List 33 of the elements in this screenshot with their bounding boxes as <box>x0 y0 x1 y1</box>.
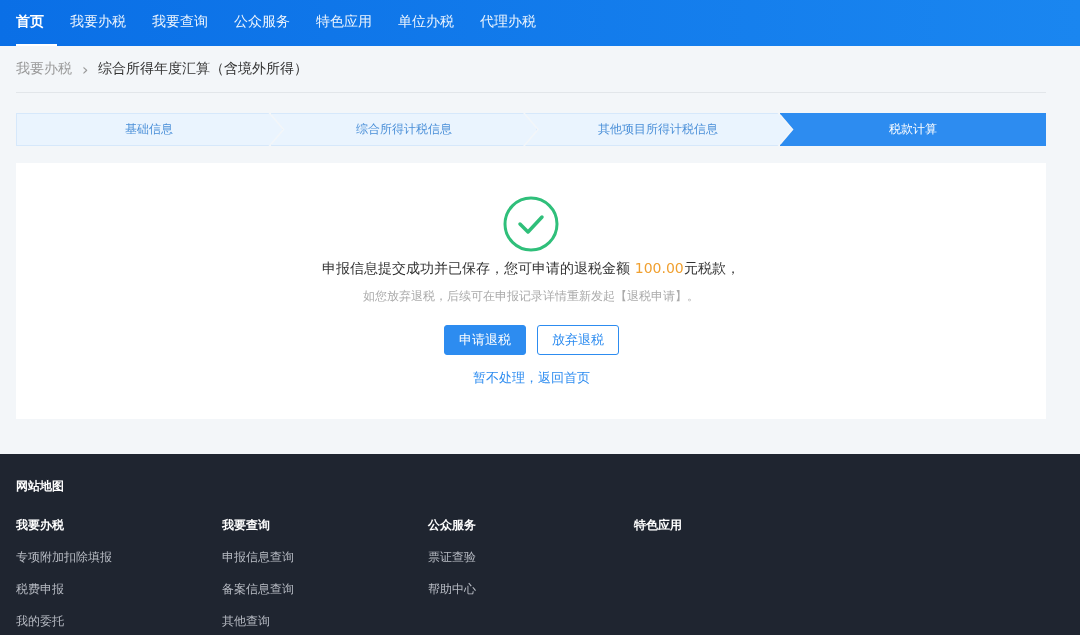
breadcrumb-current: 综合所得年度汇算（含境外所得） <box>98 60 309 78</box>
sitemap-heading: 我要查询 <box>222 517 271 534</box>
sitemap-link[interactable]: 其他查询 <box>222 613 428 630</box>
nav-tab[interactable]: 公众服务 <box>221 0 303 46</box>
decline-refund-button[interactable]: 放弃退税 <box>536 325 619 355</box>
progress-step: 其他项目所得计税信息 <box>525 113 792 146</box>
breadcrumb-separator: › <box>82 59 89 79</box>
nav-tab[interactable]: 首页 <box>16 0 57 46</box>
sitemap-heading: 公众服务 <box>428 517 477 534</box>
sitemap-link[interactable]: 备案信息查询 <box>222 581 428 598</box>
nav-tab[interactable]: 我要查询 <box>139 0 221 46</box>
progress-step: 税款计算 <box>779 113 1046 146</box>
sitemap-link[interactable]: 票证查验 <box>428 549 634 566</box>
apply-refund-button[interactable]: 申请退税 <box>443 325 526 355</box>
sitemap-heading: 特色应用 <box>634 517 683 534</box>
sitemap-link[interactable]: 我的委托 <box>16 613 222 630</box>
nav-tab[interactable]: 单位办税 <box>385 0 467 46</box>
hint-text: 如您放弃退税，后续可在申报记录详情重新发起【退税申请】。 <box>363 288 699 305</box>
return-home-link[interactable]: 暂不处理，返回首页 <box>472 369 590 387</box>
success-check-icon <box>503 196 559 252</box>
breadcrumb-link[interactable]: 我要办税 <box>16 60 72 78</box>
sitemap-title: 网站地图 <box>16 478 65 495</box>
nav-tab[interactable]: 特色应用 <box>303 0 385 46</box>
sitemap-link[interactable]: 专项附加扣除填报 <box>16 549 222 566</box>
sitemap-link[interactable]: 申报信息查询 <box>222 549 428 566</box>
sitemap-link[interactable]: 帮助中心 <box>428 581 634 598</box>
success-message: 申报信息提交成功并已保存，您可申请的退税金额 100.00元税款， <box>322 260 740 278</box>
nav-tab[interactable]: 代理办税 <box>467 0 549 46</box>
progress-step: 综合所得计税信息 <box>270 113 537 146</box>
sitemap-heading: 我要办税 <box>16 517 65 534</box>
nav-tab[interactable]: 我要办税 <box>57 0 139 46</box>
progress-step: 基础信息 <box>16 113 283 146</box>
sitemap-link[interactable]: 税费申报 <box>16 581 222 598</box>
